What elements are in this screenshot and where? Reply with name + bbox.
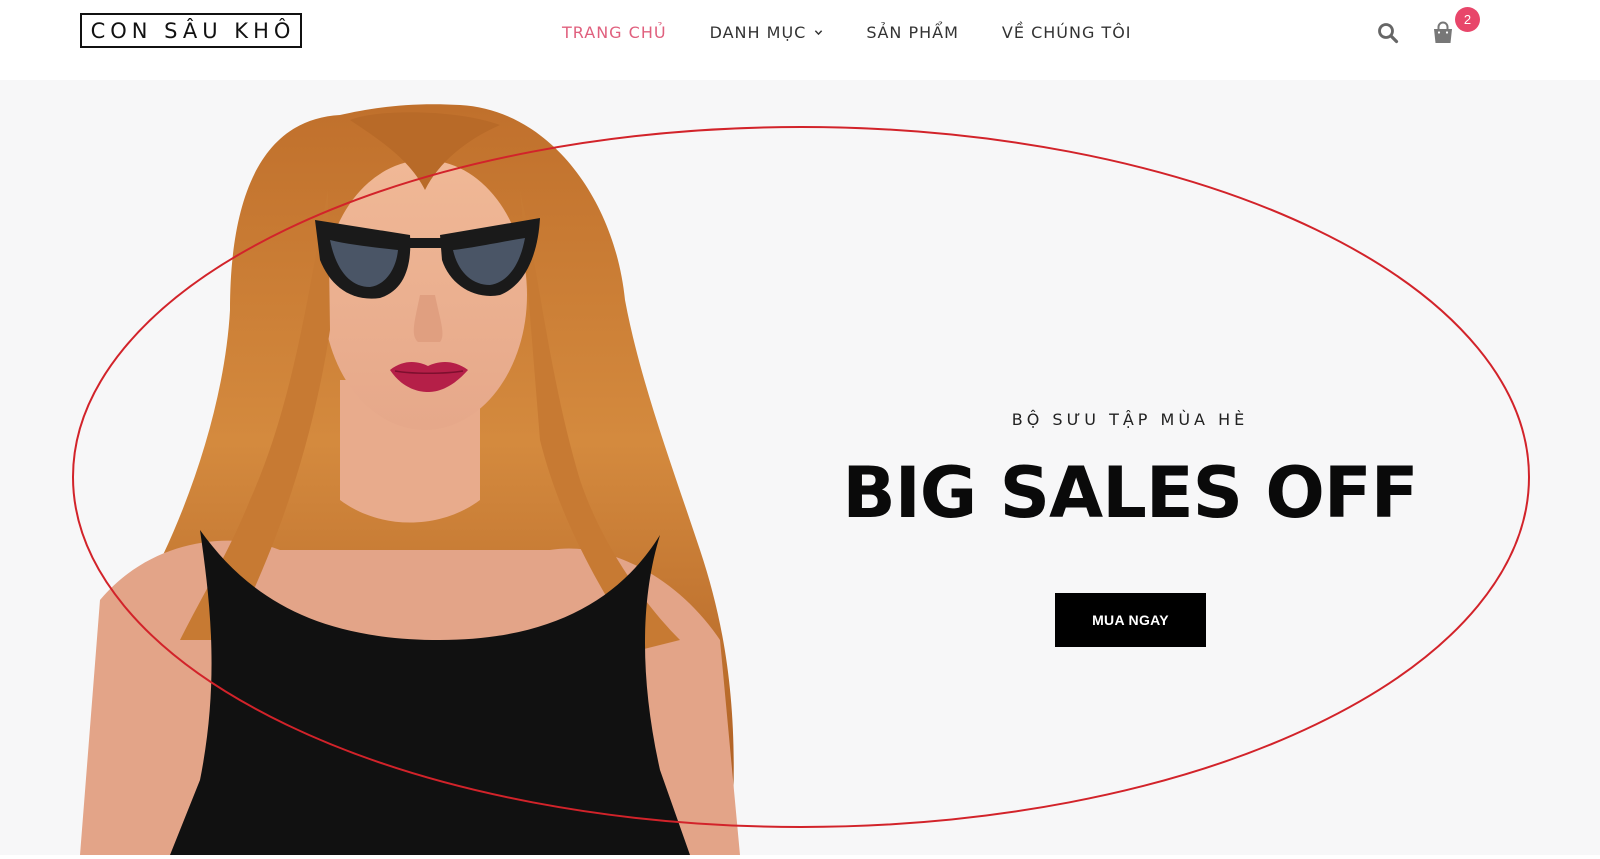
search-icon[interactable] [1376,21,1400,45]
nav-item-label: TRANG CHỦ [562,22,667,42]
shopping-bag-icon[interactable] [1430,20,1456,46]
nav-item-products[interactable]: SẢN PHẨM [866,23,959,42]
nav-item-home[interactable]: TRANG CHỦ [562,23,667,42]
chevron-down-icon [815,29,823,35]
hero-banner: BỘ SƯU TẬP MÙA HÈ BIG SALES OFF MUA NGAY [0,80,1600,855]
nav-item-label: DANH MỤC [709,22,807,42]
nav-item-about[interactable]: VỀ CHÚNG TÔI [1002,23,1132,42]
hero-headline: BIG SALES OFF [842,452,1418,534]
nav-item-label: VỀ CHÚNG TÔI [1001,22,1132,42]
cart-count-badge: 2 [1455,7,1480,32]
main-nav: TRANG CHỦ DANH MỤC SẢN PHẨM VỀ CHÚNG TÔI [562,20,1175,44]
site-logo[interactable]: CON SÂU KHÔ [80,13,302,48]
woman-with-sunglasses-photo [80,104,740,855]
hero-subtitle: BỘ SƯU TẬP MÙA HÈ [1011,410,1249,429]
nav-item-categories[interactable]: DANH MỤC [710,23,824,42]
shop-now-button[interactable]: MUA NGAY [1055,593,1206,647]
site-header: CON SÂU KHÔ TRANG CHỦ DANH MỤC SẢN PHẨM … [0,0,1600,80]
nav-item-label: SẢN PHẨM [866,22,959,42]
